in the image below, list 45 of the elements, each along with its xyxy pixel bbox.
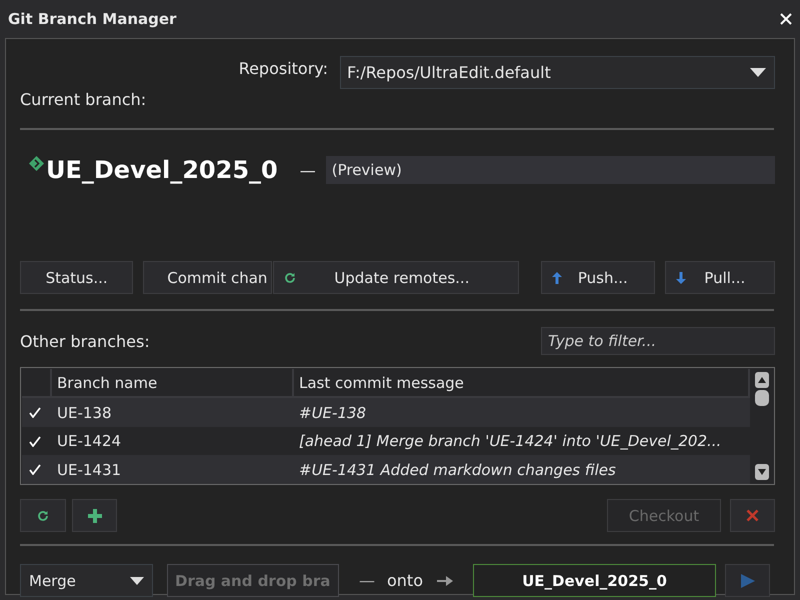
down-arrow-icon [676, 272, 686, 284]
commit-message-cell-text: [ahead 1] Merge branch 'UE-1424' into 'UE_Devel_202... [298, 432, 722, 450]
checkmark-icon[interactable] [28, 464, 42, 476]
commit-message-cell-text: #UE-1431 Added markdown changes files [298, 460, 617, 479]
right-arrow-icon [437, 574, 453, 586]
branch-name-cell-text: UE-1424 [56, 432, 122, 450]
up-arrow-icon [552, 272, 562, 284]
scroll-thumb[interactable] [755, 390, 769, 406]
branch-name-cell-text: UE-138 [56, 404, 112, 422]
refresh-icon [284, 272, 296, 284]
play-icon [740, 574, 754, 588]
current-branch-name: UE_Devel_2025_0 [46, 156, 278, 184]
add-button[interactable] [72, 499, 117, 532]
close-icon[interactable] [780, 13, 792, 25]
refresh-icon [37, 510, 49, 522]
branch-description-field[interactable]: (Preview) [326, 156, 775, 184]
branch-name-cell-text: UE-1431 [56, 460, 122, 479]
scroll-down-icon[interactable] [755, 464, 769, 480]
repository-dropdown[interactable]: F:/Repos/UltraEdit.default [340, 56, 775, 89]
onto-label: onto [387, 571, 423, 590]
delete-icon [746, 509, 759, 522]
delete-button[interactable] [730, 499, 775, 532]
window-title: Git Branch Manager [8, 10, 176, 28]
action-button[interactable]: Push... [541, 261, 655, 294]
action-button[interactable]: Pull... [664, 261, 775, 294]
checkmark-icon[interactable] [28, 407, 42, 418]
dash: — [300, 160, 316, 180]
commit-message-cell-text: #UE-138 [298, 404, 368, 422]
branch-icon [29, 156, 44, 171]
target-branch-field: UE_Devel_2025_0 [473, 564, 716, 597]
action-button[interactable]: Status... [20, 261, 134, 294]
action-button[interactable]: Update remotes... [272, 261, 520, 294]
caret-icon [130, 576, 144, 584]
checkmark-icon[interactable] [28, 436, 42, 447]
current-branch-label: Current branch: [20, 90, 146, 109]
plus-icon [88, 508, 102, 522]
merge-mode-dropdown[interactable]: Merge [20, 564, 153, 597]
caret-icon [750, 68, 766, 77]
other-branches-label: Other branches: [20, 332, 150, 350]
dash: — [359, 571, 375, 590]
repository-label: Repository: [238, 59, 328, 78]
scroll-up-icon[interactable] [755, 372, 769, 388]
refresh-button[interactable] [20, 499, 66, 532]
filter-field[interactable]: Type to filter... [541, 327, 775, 355]
action-button[interactable]: Commit chan [143, 261, 272, 294]
